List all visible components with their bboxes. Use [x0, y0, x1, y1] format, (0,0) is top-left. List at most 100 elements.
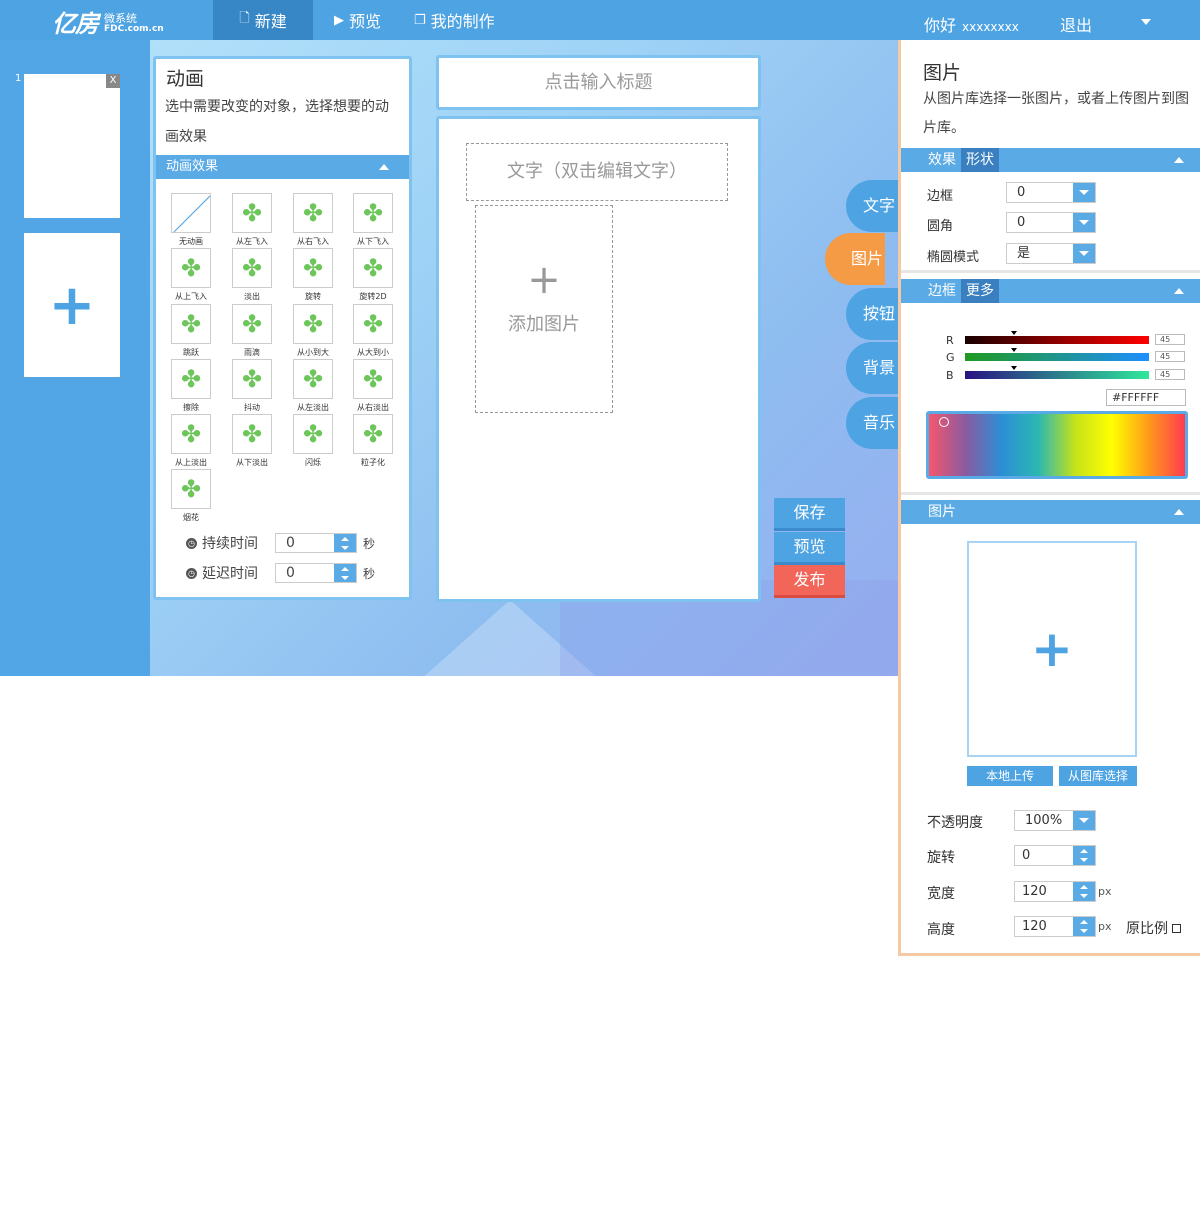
effect-19[interactable]: ✤ 粒子化 — [348, 414, 398, 468]
add-image-placeholder[interactable]: + 添加图片 — [475, 205, 613, 413]
effect-14[interactable]: ✤ 从左淡出 — [288, 359, 338, 413]
effect-section-header: 效果 形状 — [901, 148, 1200, 172]
effect-label: 从左淡出 — [297, 403, 329, 412]
tab-text[interactable]: 文字 — [846, 180, 906, 232]
clover-icon: ✤ — [353, 248, 393, 288]
effect-7[interactable]: ✤ 旋转2D — [348, 248, 398, 302]
hex-input[interactable]: #FFFFFF — [1106, 389, 1186, 406]
nav-new[interactable]: 🗋 新建 — [213, 0, 313, 40]
effect-label: 从上淡出 — [175, 458, 207, 467]
no-animation-icon — [171, 193, 211, 233]
tab-effect[interactable]: 效果 — [923, 148, 961, 172]
tab-image[interactable]: 图片 — [825, 233, 885, 285]
tab-background[interactable]: 背景 — [846, 342, 906, 394]
clover-icon: ✤ — [232, 304, 272, 344]
page-thumbnail[interactable] — [24, 74, 120, 218]
effect-16[interactable]: ✤ 从上淡出 — [166, 414, 216, 468]
r-slider[interactable] — [965, 331, 1149, 344]
b-label: B — [946, 369, 954, 382]
chevron-down-icon[interactable] — [1141, 19, 1151, 25]
publish-button[interactable]: 发布 — [774, 565, 845, 598]
effect-13[interactable]: ✤ 抖动 — [227, 359, 277, 413]
effect-8[interactable]: ✤ 跳跃 — [166, 304, 216, 358]
radius-select[interactable]: 0 — [1006, 212, 1096, 233]
collapse-icon[interactable] — [1174, 288, 1184, 294]
logo[interactable]: 亿房 微系统 FDC.com.cn — [52, 4, 164, 39]
image-preview[interactable]: + — [967, 541, 1137, 757]
nav-preview[interactable]: ▶ 预览 — [334, 0, 381, 40]
tab-shape[interactable]: 形状 — [961, 148, 999, 172]
b-slider[interactable] — [965, 366, 1149, 379]
width-stepper[interactable]: 120 — [1014, 881, 1096, 902]
plus-icon: + — [527, 257, 561, 303]
library-select-button[interactable]: 从图库选择 — [1059, 766, 1137, 786]
height-stepper[interactable]: 120 — [1014, 916, 1096, 937]
close-icon[interactable]: X — [106, 74, 120, 88]
keep-ratio-checkbox[interactable]: 原比例 — [1126, 918, 1181, 938]
add-page-button[interactable]: + — [24, 233, 120, 377]
height-unit: px — [1098, 920, 1112, 933]
tab-music[interactable]: 音乐 — [846, 397, 906, 449]
collapse-icon[interactable] — [1174, 509, 1184, 515]
editor-canvas[interactable]: 文字（双击编辑文字） + 添加图片 — [436, 116, 761, 602]
tab-border[interactable]: 边框 — [923, 279, 961, 303]
preview-button[interactable]: 预览 — [774, 532, 845, 565]
color-picker-handle[interactable] — [939, 417, 949, 427]
effect-9[interactable]: ✤ 雨滴 — [227, 304, 277, 358]
clover-icon: ✤ — [353, 304, 393, 344]
delay-stepper[interactable]: 0 — [275, 563, 357, 583]
effect-4[interactable]: ✤ 从上飞入 — [166, 248, 216, 302]
effect-15[interactable]: ✤ 从右淡出 — [348, 359, 398, 413]
effect-6[interactable]: ✤ 旋转 — [288, 248, 338, 302]
animation-effects-header[interactable]: 动画效果 — [156, 155, 409, 179]
opacity-select[interactable]: 100% — [1014, 810, 1096, 831]
collapse-icon[interactable] — [379, 164, 389, 170]
effect-label: 从下淡出 — [236, 458, 268, 467]
tab-more[interactable]: 更多 — [961, 279, 999, 303]
rotate-stepper[interactable]: 0 — [1014, 845, 1096, 866]
logout-button[interactable]: 退出 — [1060, 12, 1092, 36]
clock-icon: ◷ — [186, 537, 197, 549]
radius-label: 圆角 — [927, 219, 954, 234]
effect-1[interactable]: ✤ 从左飞入 — [227, 193, 277, 247]
effect-5[interactable]: ✤ 淡出 — [227, 248, 277, 302]
nav-my-works[interactable]: ❐ 我的制作 — [414, 0, 495, 40]
logo-sub: 微系统 — [104, 12, 137, 25]
effect-label: 旋转 — [305, 292, 321, 301]
text-placeholder[interactable]: 文字（双击编辑文字） — [466, 143, 728, 201]
effect-label: 擦除 — [183, 403, 199, 412]
duration-stepper[interactable]: 0 — [275, 533, 357, 553]
border-select[interactable]: 0 — [1006, 182, 1096, 203]
collapse-icon[interactable] — [1174, 157, 1184, 163]
effect-12[interactable]: ✤ 擦除 — [166, 359, 216, 413]
effect-2[interactable]: ✤ 从右飞入 — [288, 193, 338, 247]
save-button[interactable]: 保存 — [774, 498, 845, 531]
r-value[interactable]: 45 — [1155, 334, 1185, 345]
clover-icon: ✤ — [171, 304, 211, 344]
height-label: 高度 — [927, 922, 955, 938]
color-spectrum[interactable] — [926, 411, 1188, 479]
upload-local-button[interactable]: 本地上传 — [967, 766, 1053, 786]
effect-0[interactable]: 无动画 — [166, 193, 216, 247]
properties-description: 从图片库选择一张图片，或者上传图片到图片库。 — [923, 91, 1189, 136]
clover-icon: ✤ — [293, 414, 333, 454]
width-unit: px — [1098, 885, 1112, 898]
effect-20[interactable]: ✤ 烟花 — [166, 469, 216, 523]
ellipse-select[interactable]: 是 — [1006, 243, 1096, 264]
clover-icon: ✤ — [171, 248, 211, 288]
checkbox-icon[interactable] — [1172, 924, 1181, 933]
clover-icon: ✤ — [293, 193, 333, 233]
file-icon: 🗋 — [239, 11, 250, 26]
b-value[interactable]: 45 — [1155, 369, 1185, 380]
g-value[interactable]: 45 — [1155, 351, 1185, 362]
effect-11[interactable]: ✤ 从大到小 — [348, 304, 398, 358]
g-slider[interactable] — [965, 348, 1149, 361]
effect-label: 无动画 — [179, 237, 203, 246]
r-label: R — [946, 334, 954, 347]
effect-18[interactable]: ✤ 闪烁 — [288, 414, 338, 468]
effect-17[interactable]: ✤ 从下淡出 — [227, 414, 277, 468]
tab-button[interactable]: 按钮 — [846, 288, 906, 340]
title-input[interactable]: 点击输入标题 — [436, 55, 761, 110]
effect-3[interactable]: ✤ 从下飞入 — [348, 193, 398, 247]
effect-10[interactable]: ✤ 从小到大 — [288, 304, 338, 358]
